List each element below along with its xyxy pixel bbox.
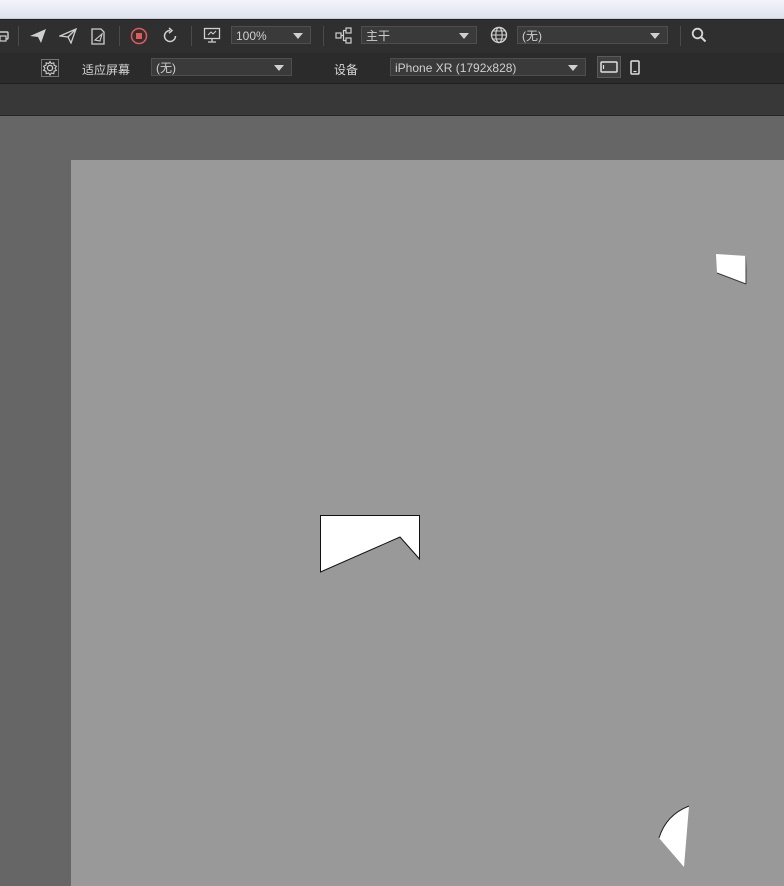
canvas-shape-cut-rect[interactable] (320, 515, 421, 575)
toolbar-separator (191, 26, 192, 46)
toolbar-separator (18, 26, 19, 46)
toolbar-separator (323, 26, 324, 46)
refresh-icon[interactable] (160, 26, 180, 46)
record-stop-icon[interactable] (129, 26, 149, 46)
design-page-canvas[interactable] (71, 160, 784, 886)
export-page-icon[interactable] (88, 26, 108, 46)
search-icon[interactable] (689, 25, 709, 45)
device-label: 设备 (334, 63, 359, 77)
window-titlebar (0, 0, 784, 19)
chevron-down-icon (274, 65, 284, 71)
fit-screen-value: (无) (156, 61, 176, 75)
preview-monitor-icon[interactable] (202, 25, 222, 45)
branch-value: 主干 (366, 29, 391, 43)
print-icon[interactable] (0, 27, 10, 45)
send-icon[interactable] (28, 26, 48, 46)
branch-select[interactable]: 主干 (361, 26, 477, 44)
landscape-device-icon[interactable] (597, 56, 621, 78)
chevron-down-icon (568, 65, 578, 71)
settings-gear-icon[interactable] (39, 57, 61, 79)
chevron-down-icon (459, 33, 469, 39)
chevron-down-icon (650, 33, 660, 39)
page-tab-strip (0, 84, 784, 116)
toolbar-separator (680, 26, 681, 46)
language-value: (无) (522, 29, 542, 43)
canvas-shape-quad[interactable] (715, 253, 749, 287)
branch-tree-icon[interactable] (334, 25, 354, 45)
language-select[interactable]: (无) (517, 26, 668, 44)
main-toolbar: 100% 主干 (无) (0, 19, 784, 54)
device-select[interactable]: iPhone XR (1792x828) (390, 58, 586, 76)
fit-screen-select[interactable]: (无) (151, 58, 292, 76)
device-value: iPhone XR (1792x828) (395, 61, 517, 75)
portrait-device-icon[interactable] (626, 57, 644, 77)
zoom-value: 100% (236, 29, 267, 43)
fit-screen-label: 适应屏幕 (82, 63, 131, 77)
send-outline-icon[interactable] (58, 26, 78, 46)
canvas-shape-wedge[interactable] (658, 805, 692, 869)
globe-icon[interactable] (489, 25, 509, 45)
chevron-down-icon (293, 33, 303, 39)
zoom-select[interactable]: 100% (231, 26, 311, 44)
toolbar-separator (119, 26, 120, 46)
view-toolbar: 适应屏幕 (无) 设备 iPhone XR (1792x828) (0, 53, 784, 84)
